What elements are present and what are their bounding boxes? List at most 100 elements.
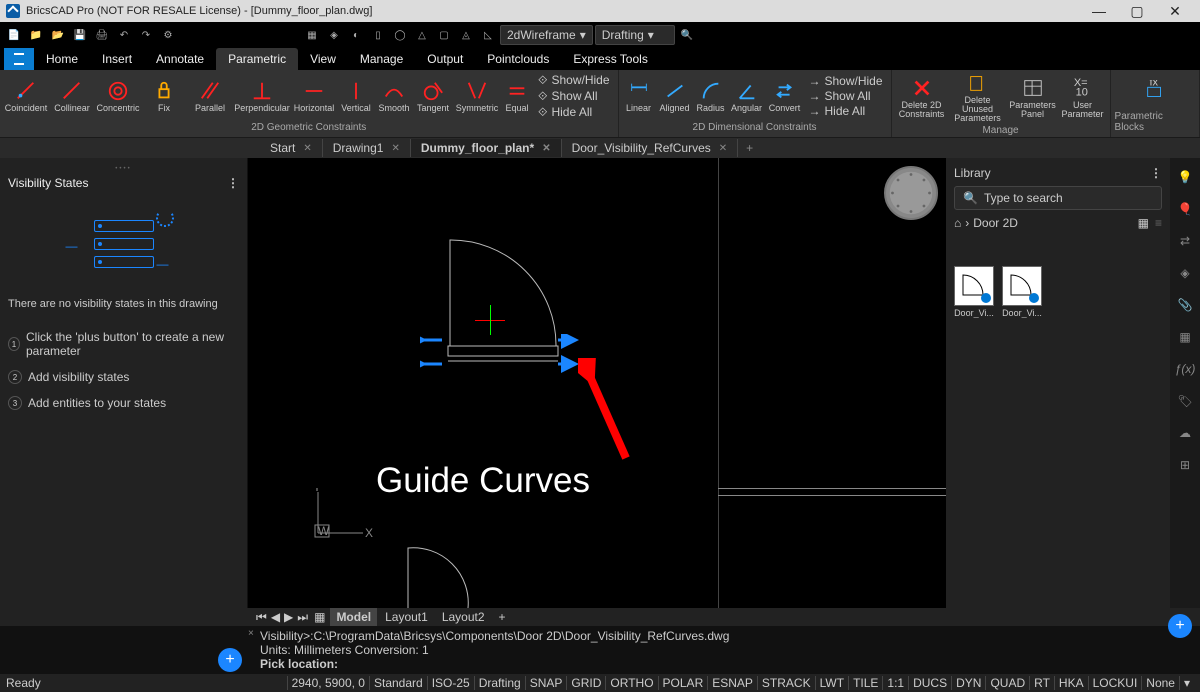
status-workspace[interactable]: Drafting (474, 676, 525, 690)
tool-symmetric[interactable]: Symmetric (454, 80, 500, 113)
grid-view-icon[interactable]: ▦ (1138, 216, 1149, 230)
tab-insert[interactable]: Insert (90, 48, 144, 70)
view-top-icon[interactable]: ▦ (302, 25, 322, 45)
tool-vertical[interactable]: Vertical (338, 80, 374, 113)
bulb-icon[interactable]: 💡 (1176, 168, 1194, 186)
file-tab-dummy[interactable]: Dummy_floor_plan*✕ (411, 139, 562, 157)
tool-tangent[interactable]: Tangent (414, 80, 452, 113)
toggle-polar[interactable]: POLAR (658, 676, 708, 690)
toggle-grid[interactable]: GRID (566, 676, 605, 690)
close-button[interactable]: ✕ (1156, 0, 1194, 22)
list-view-icon[interactable]: ≡ (1155, 216, 1162, 230)
layout-tab-model[interactable]: Model (330, 608, 377, 626)
close-icon[interactable]: ✕ (719, 143, 727, 154)
print-icon[interactable]: 🖨 (92, 25, 112, 45)
tab-manage[interactable]: Manage (348, 48, 415, 70)
app-menu-button[interactable] (4, 48, 34, 70)
tool-parametric-blocks[interactable]: fx (1125, 80, 1185, 102)
status-iso[interactable]: ISO-25 (427, 676, 474, 690)
grid-icon[interactable]: ▦ (1176, 328, 1194, 346)
toggle-snap[interactable]: SNAP (525, 676, 567, 690)
tool-smooth[interactable]: Smooth (376, 80, 412, 113)
tool-equal[interactable]: Equal (502, 80, 532, 113)
tool-coincident[interactable]: Coincident (4, 80, 48, 113)
cylinder-icon[interactable]: ▯ (368, 25, 388, 45)
layout-tab-2[interactable]: Layout2 (436, 608, 491, 626)
pyramid-icon[interactable]: ◬ (456, 25, 476, 45)
settings-icon[interactable]: ⚙ (158, 25, 178, 45)
breadcrumb-item[interactable]: Door 2D (973, 216, 1018, 230)
add-tab-button[interactable]: + (738, 141, 761, 155)
tab-output[interactable]: Output (415, 48, 475, 70)
scale-1-1[interactable]: 1:1 (882, 676, 908, 690)
geom-show-hide-options[interactable]: ⟐ Show/Hide ⟐ Show All ⟐ Hide All (534, 73, 614, 120)
redo-icon[interactable]: ↷ (136, 25, 156, 45)
tool-params-panel[interactable]: Parameters Panel (1008, 77, 1058, 119)
chevron-down-icon[interactable]: ▾ (1179, 676, 1194, 690)
tool-user-param[interactable]: X=10User Parameter (1060, 77, 1106, 119)
tool-perpendicular[interactable]: Perpendicular (234, 80, 290, 113)
clip-icon[interactable]: 📎 (1176, 296, 1194, 314)
apps-icon[interactable]: ⊞ (1176, 456, 1194, 474)
tab-pointclouds[interactable]: Pointclouds (475, 48, 561, 70)
tool-concentric[interactable]: Concentric (96, 80, 140, 113)
tool-horizontal[interactable]: Horizontal (292, 80, 336, 113)
torus-icon[interactable]: ◯ (390, 25, 410, 45)
status-standard[interactable]: Standard (369, 676, 427, 690)
fx-icon[interactable]: ƒ(x) (1176, 360, 1194, 378)
toggle-esnap[interactable]: ESNAP (707, 676, 757, 690)
tag-icon[interactable]: 🏷 (1176, 392, 1194, 410)
close-icon[interactable]: ✕ (391, 143, 399, 154)
layout-tab-1[interactable]: Layout1 (379, 608, 434, 626)
toggle-lwt[interactable]: LWT (815, 676, 848, 690)
balloon-icon[interactable]: 🎈 (1176, 200, 1194, 218)
tool-collinear[interactable]: Collinear (50, 80, 94, 113)
toggle-none[interactable]: None (1141, 676, 1179, 690)
tab-annotate[interactable]: Annotate (144, 48, 216, 70)
wedge-icon[interactable]: ◺ (478, 25, 498, 45)
tool-angular[interactable]: Angular (729, 80, 765, 113)
file-tab-drawing1[interactable]: Drawing1✕ (323, 139, 411, 157)
minimize-button[interactable]: — (1080, 0, 1118, 22)
tool-fix[interactable]: Fix (142, 80, 186, 113)
view-cube-icon[interactable] (884, 166, 938, 220)
tab-home[interactable]: Home (34, 48, 90, 70)
toggle-lockui[interactable]: LOCKUI (1088, 676, 1142, 690)
dim-show-hide-options[interactable]: → Show/Hide → Show All → Hide All (805, 74, 887, 118)
undo-icon[interactable]: ↶ (114, 25, 134, 45)
tool-radius[interactable]: Radius (695, 80, 727, 113)
library-item[interactable]: Door_Vi... (954, 266, 994, 318)
toggle-ortho[interactable]: ORTHO (605, 676, 657, 690)
panel-menu-icon[interactable]: ⋮ (1150, 166, 1162, 180)
close-icon[interactable]: ✕ (303, 143, 311, 154)
open-icon[interactable]: 📂 (48, 25, 68, 45)
toggle-rt[interactable]: RT (1029, 676, 1054, 690)
tab-parametric[interactable]: Parametric (216, 48, 298, 70)
save-icon[interactable]: 💾 (70, 25, 90, 45)
tool-aligned[interactable]: Aligned (657, 80, 693, 113)
folder-icon[interactable]: 📁 (26, 25, 46, 45)
visual-style-dropdown[interactable]: 2dWireframe▾ (500, 25, 593, 45)
add-layout-button[interactable]: + (493, 608, 512, 626)
maximize-button[interactable]: ▢ (1118, 0, 1156, 22)
home-icon[interactable]: ⌂ (954, 216, 961, 230)
add-fab-button[interactable]: + (218, 648, 242, 672)
tool-parallel[interactable]: Parallel (188, 80, 232, 113)
toggle-hka[interactable]: HKA (1054, 676, 1088, 690)
toggle-strack[interactable]: STRACK (757, 676, 815, 690)
tab-expresstools[interactable]: Express Tools (561, 48, 659, 70)
toggle-dyn[interactable]: DYN (951, 676, 985, 690)
view-axo-icon[interactable]: ◈ (324, 25, 344, 45)
file-tab-start[interactable]: Start✕ (260, 139, 323, 157)
command-line[interactable]: × Visibility>:C:\ProgramData\Bricsys\Com… (0, 626, 1200, 674)
toggle-tile[interactable]: TILE (848, 676, 882, 690)
workspace-dropdown[interactable]: Drafting▾ (595, 25, 675, 45)
library-item[interactable]: Door_Vi... (1002, 266, 1042, 318)
file-tab-door[interactable]: Door_Visibility_RefCurves✕ (562, 139, 739, 157)
layers-icon[interactable]: ◈ (1176, 264, 1194, 282)
box-icon[interactable]: ▢ (434, 25, 454, 45)
tool-convert[interactable]: Convert (767, 80, 803, 113)
cone-icon[interactable]: △ (412, 25, 432, 45)
tool-delete-2d[interactable]: Delete 2D Constraints (896, 77, 948, 119)
close-icon[interactable]: × (248, 628, 254, 639)
